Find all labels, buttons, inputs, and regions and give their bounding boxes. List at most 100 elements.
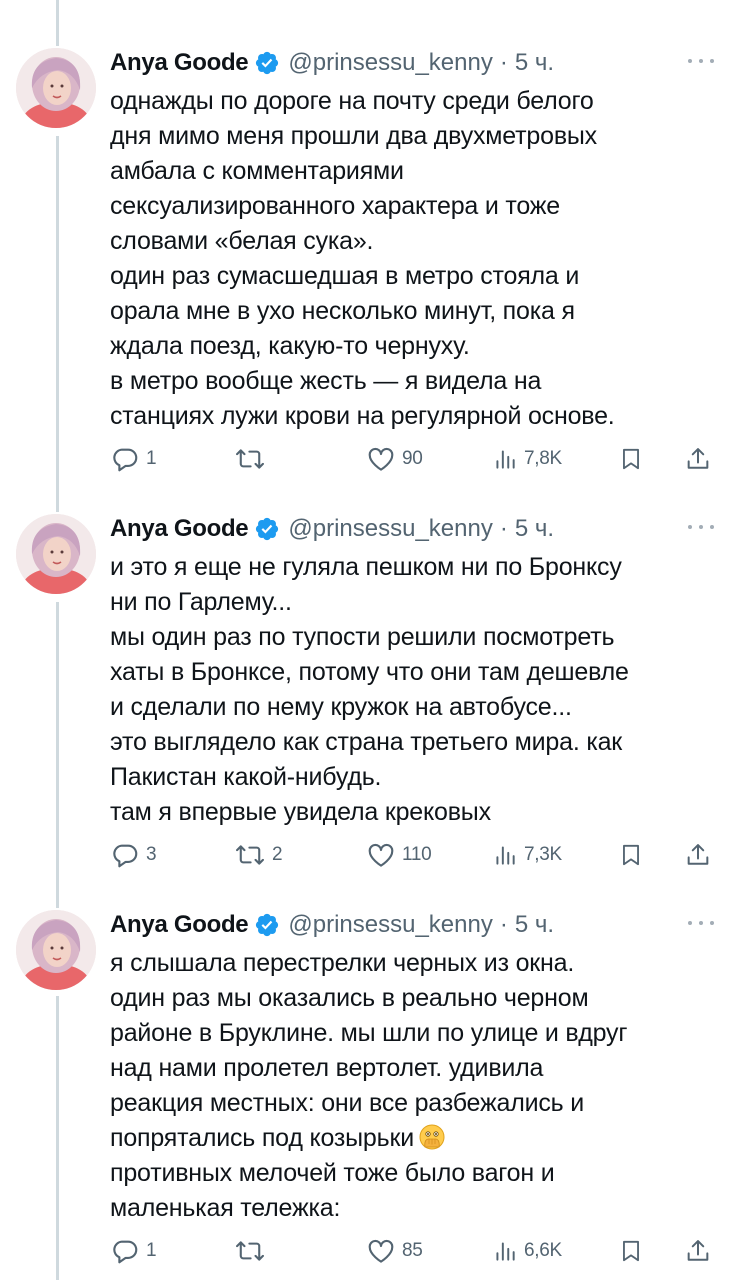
thread-line [56, 996, 59, 1280]
author-name[interactable]: Anya Goode [110, 514, 249, 544]
bookmark-button[interactable] [618, 840, 644, 870]
bookmark-icon [623, 844, 639, 866]
separator-dot: · [499, 911, 508, 938]
tweet-text-line: словами «белая сука». [110, 227, 374, 255]
tweet-meta: Anya Goode @prinsessu_kenny · 5 ч. [110, 514, 710, 544]
bookmark-button[interactable] [618, 444, 644, 474]
more-options-icon[interactable] [688, 56, 714, 66]
separator-dot: · [499, 515, 508, 542]
avatar[interactable] [16, 48, 96, 128]
tweet-text-line: один раз мы оказались в реально черном [110, 984, 589, 1012]
author-handle[interactable]: @prinsessu_kenny [288, 514, 492, 544]
tweet-text-line: я слышала перестрелки черных из окна. [110, 949, 575, 977]
tweet-text-line: сексуализированного характера и тоже [110, 192, 560, 220]
reply-button[interactable]: 3 [110, 840, 157, 870]
heart-icon [368, 843, 394, 867]
tweet-text-line: Пакистан какой-нибудь. [110, 763, 382, 791]
tweet-text-line: районе в Бруклине. мы шли по улице и вдр… [110, 1019, 628, 1047]
tweet-meta: Anya Goode @prinsessu_kenny · 5 ч. [110, 48, 710, 78]
tweet-text-line: мы один раз по тупости решили посмотреть [110, 623, 615, 651]
reply-icon [113, 1240, 138, 1264]
heart-icon [368, 447, 394, 471]
author-handle[interactable]: @prinsessu_kenny [288, 48, 492, 78]
views-count: 7,3K [524, 844, 562, 865]
views-chart-icon [496, 450, 515, 469]
reply-button[interactable]: 1 [110, 1236, 157, 1266]
tweet-actions: 3 2 110 7,3K [110, 840, 710, 870]
share-button[interactable] [684, 840, 712, 870]
share-button[interactable] [684, 444, 712, 474]
avatar[interactable] [16, 514, 96, 594]
tweet-text-line: однажды по дороге на почту среди белого [110, 87, 594, 115]
repost-button[interactable] [234, 1236, 272, 1266]
views-count: 6,6K [524, 1240, 562, 1261]
like-count: 85 [402, 1240, 423, 1261]
more-options-icon[interactable] [688, 918, 714, 928]
bookmark-icon [623, 448, 639, 470]
share-button[interactable] [684, 1236, 712, 1266]
views-button[interactable]: 7,8K [492, 444, 562, 474]
tweet-text-line: хаты в Бронксе, потому что они там дешев… [110, 658, 629, 686]
repost-icon [236, 1241, 264, 1261]
thread-line [56, 602, 59, 908]
views-button[interactable]: 7,3K [492, 840, 562, 870]
reply-button[interactable]: 1 [110, 444, 157, 474]
timestamp[interactable]: 5 ч. [515, 48, 554, 78]
like-count: 110 [402, 844, 432, 865]
share-icon [687, 448, 709, 469]
tweet-text-line: один раз сумасшедшая в метро стояла и [110, 262, 580, 290]
tweet-text-line: ни по Гарлему... [110, 588, 292, 616]
more-options-icon[interactable] [688, 522, 714, 532]
author-handle[interactable]: @prinsessu_kenny [288, 910, 492, 940]
thread-line [56, 0, 59, 46]
page-header-title: Пост [0, 0, 730, 18]
views-chart-icon [496, 1242, 515, 1261]
tweet-text-line: там я впервые увидела крековых [110, 798, 491, 826]
timestamp[interactable]: 5 ч. [515, 910, 554, 940]
repost-count: 2 [272, 844, 283, 865]
tweet-text-line: орала мне в ухо несколько минут, пока я [110, 297, 575, 325]
reply-count: 3 [146, 844, 157, 865]
tweet-text-line: реакция местных: они все разбежались и [110, 1089, 584, 1117]
repost-icon [236, 449, 264, 469]
repost-button[interactable] [234, 444, 272, 474]
like-button[interactable]: 110 [366, 840, 432, 870]
reply-icon [113, 448, 138, 472]
reply-count: 1 [146, 1240, 157, 1261]
tweet-text: однажды по дороге на почту среди белого … [110, 84, 710, 434]
tweet-meta: Anya Goode @prinsessu_kenny · 5 ч. [110, 910, 710, 940]
repost-button[interactable]: 2 [234, 840, 283, 870]
tweet-text: я слышала перестрелки черных из окна. од… [110, 946, 710, 1226]
repost-icon [236, 845, 264, 865]
share-icon [687, 1240, 709, 1261]
tweet-text-line: и это я еще не гуляла пешком ни по Бронк… [110, 553, 622, 581]
tweet-text-line: это выглядело как страна третьего мира. … [110, 728, 623, 756]
tweet-text-line: дня мимо меня прошли два двухметровых [110, 122, 597, 150]
separator-dot: · [499, 49, 508, 76]
verified-badge-icon [256, 51, 279, 75]
verified-badge-icon [256, 913, 279, 937]
author-name[interactable]: Anya Goode [110, 910, 249, 940]
like-button[interactable]: 85 [366, 1236, 423, 1266]
avatar[interactable] [16, 910, 96, 990]
tweet-text-line-with-emoji: попрятались под козырьки [110, 1121, 710, 1156]
like-count: 90 [402, 448, 423, 469]
tweet-actions: 1 85 6,6K [110, 1236, 710, 1266]
tweet-text-line: над нами пролетел вертолет. удивила [110, 1054, 544, 1082]
bookmark-button[interactable] [618, 1236, 644, 1266]
tweet-text-line: амбала с комментариями [110, 157, 404, 185]
tweet-text-line: противных мелочей тоже было вагон и [110, 1159, 555, 1187]
tweet-actions: 1 90 7,8K [110, 444, 710, 474]
heart-icon [368, 1239, 394, 1263]
like-button[interactable]: 90 [366, 444, 423, 474]
bookmark-icon [623, 1240, 639, 1262]
views-button[interactable]: 6,6K [492, 1236, 562, 1266]
reply-count: 1 [146, 448, 157, 469]
author-name[interactable]: Anya Goode [110, 48, 249, 78]
tweet-text-line: в метро вообще жесть — я видела на [110, 367, 542, 395]
face-with-open-eyes-and-hand-over-mouth-icon [419, 1124, 445, 1150]
timestamp[interactable]: 5 ч. [515, 514, 554, 544]
views-chart-icon [496, 846, 515, 865]
tweet-text-line: ждала поезд, какую-то чернуху. [110, 332, 470, 360]
reply-icon [113, 844, 138, 868]
